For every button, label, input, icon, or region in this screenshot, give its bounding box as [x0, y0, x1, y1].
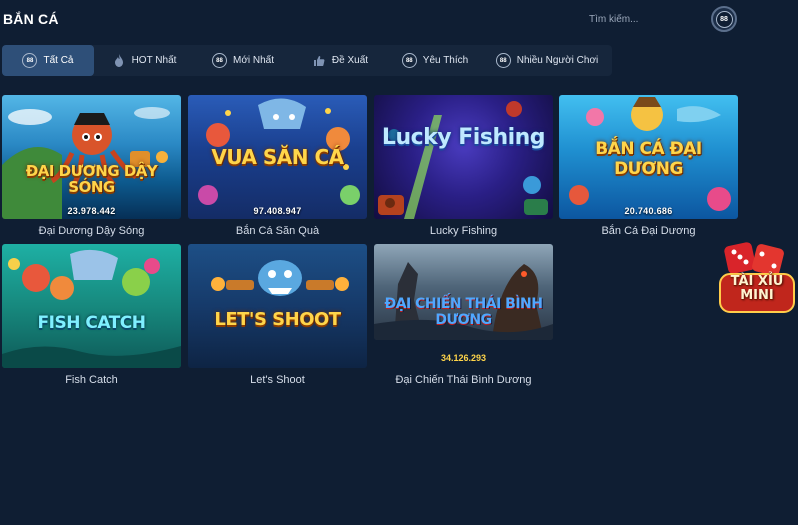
tab-recommended[interactable]: Đề Xuất — [292, 45, 388, 76]
search-bar: 88 — [584, 6, 744, 32]
jackpot-amount: 23.978.442 — [67, 206, 116, 216]
logo-88-icon: 88 — [211, 53, 227, 68]
flame-icon — [112, 54, 126, 68]
game-thumbnail: ĐẠI CHIẾN THÁI BÌNH DƯƠNG — [374, 244, 553, 340]
jackpot-amount: 97.408.947 — [253, 206, 302, 216]
game-thumbnail: Lucky Fishing — [374, 95, 553, 219]
tab-newest[interactable]: 88 Mới Nhất — [194, 45, 292, 76]
game-name: Đại Chiến Thái Bình Dương — [395, 374, 532, 386]
game-card-lucky-fishing[interactable]: Lucky Fishing Lucky Fishing — [374, 95, 553, 240]
tab-label: Tất Cả — [43, 55, 74, 66]
logo-88-icon: 88 — [22, 53, 38, 68]
game-thumbnail: LET'S SHOOT — [188, 244, 367, 368]
game-logo-text: ĐẠI CHIẾN THÁI BÌNH DƯƠNG — [384, 296, 543, 328]
game-logo-text: Lucky Fishing — [381, 125, 546, 150]
tab-label: HOT Nhất — [131, 55, 177, 66]
game-thumbnail: ĐẠI DƯƠNG DẬY SÓNG 23.978.442 — [2, 95, 181, 219]
search-input[interactable] — [584, 8, 702, 30]
game-card-dai-chien-thai-binh-duong[interactable]: ĐẠI CHIẾN THÁI BÌNH DƯƠNG 34.126.293 Đại… — [374, 244, 553, 389]
search-button[interactable]: 88 — [711, 6, 737, 32]
thumbs-up-icon — [312, 54, 326, 68]
fish-group-illustration — [2, 249, 181, 368]
category-tabs: 88 Tất Cả HOT Nhất 88 Mới Nhất Đề Xuất 8… — [2, 45, 612, 76]
game-thumbnail: BẮN CÁ ĐẠI DƯƠNG 20.740.686 — [559, 95, 738, 219]
tai-xiu-mini-label: TÀI XỈU MINI — [730, 274, 784, 303]
logo-88-icon: 88 — [495, 53, 511, 68]
tab-label: Nhiều Người Chơi — [516, 55, 599, 66]
game-logo-text: FISH CATCH — [37, 313, 146, 333]
game-name: Bắn Cá Săn Quà — [235, 225, 320, 237]
game-logo-text: LET'S SHOOT — [214, 309, 341, 330]
game-thumbnail: VUA SĂN CÁ 97.408.947 — [188, 95, 367, 219]
tai-xiu-mini-button[interactable]: TÀI XỈU MINI — [718, 240, 796, 318]
jackpot-amount: 34.126.293 — [440, 353, 487, 363]
game-name: Fish Catch — [65, 374, 118, 386]
octopus-pirate-illustration — [2, 107, 170, 219]
page-title: BẮN CÁ — [3, 11, 59, 27]
game-logo-text: VUA SĂN CÁ — [211, 145, 344, 169]
game-card-dai-duong-day-song[interactable]: ĐẠI DƯƠNG DẬY SÓNG 23.978.442 Đại Dương … — [2, 95, 181, 240]
game-logo-text: BẮN CÁ ĐẠI DƯƠNG — [595, 139, 702, 179]
game-card-lets-shoot[interactable]: LET'S SHOOT Let's Shoot — [188, 244, 367, 389]
game-logo-text: ĐẠI DƯƠNG DẬY SÓNG — [25, 162, 158, 196]
logo-88-icon: 88 — [715, 10, 733, 28]
tab-label: Đề Xuất — [331, 55, 369, 66]
jackpot-amount: 20.740.686 — [624, 206, 673, 216]
tab-most-played[interactable]: 88 Nhiều Người Chơi — [482, 45, 612, 76]
game-name: Đại Dương Dậy Sóng — [38, 225, 145, 237]
game-card-fish-catch[interactable]: FISH CATCH Fish Catch — [2, 244, 181, 389]
logo-88-icon: 88 — [401, 53, 417, 68]
game-name: Let's Shoot — [250, 374, 305, 386]
game-card-ban-ca-dai-duong[interactable]: BẮN CÁ ĐẠI DƯƠNG 20.740.686 Bắn Cá Đại D… — [559, 95, 738, 240]
tab-label: Mới Nhất — [232, 55, 274, 66]
tab-favorite[interactable]: 88 Yêu Thích — [388, 45, 482, 76]
game-thumbnail: FISH CATCH — [2, 244, 181, 368]
tab-label: Yêu Thích — [422, 55, 469, 66]
cannon-illustration — [378, 101, 548, 219]
tab-hot[interactable]: HOT Nhất — [94, 45, 194, 76]
tab-all[interactable]: 88 Tất Cả — [2, 45, 94, 76]
game-name: Bắn Cá Đại Dương — [601, 225, 696, 237]
game-name: Lucky Fishing — [429, 225, 498, 237]
game-card-ban-ca-san-qua[interactable]: VUA SĂN CÁ 97.408.947 Bắn Cá Săn Quà — [188, 95, 367, 240]
shark-gunner-illustration — [211, 260, 349, 296]
